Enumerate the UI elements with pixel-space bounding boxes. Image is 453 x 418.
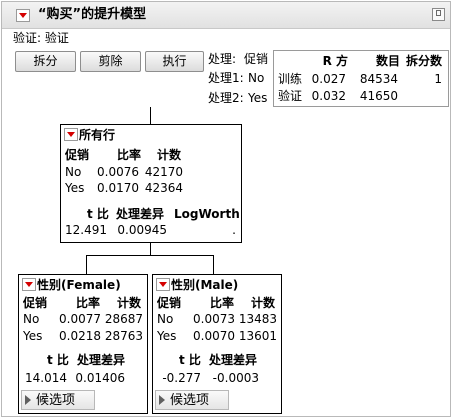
go-button[interactable]: 执行 bbox=[145, 51, 204, 72]
left-branch-line bbox=[86, 255, 87, 274]
right-branch-line bbox=[213, 255, 214, 274]
validation-row-label: 验证 bbox=[278, 89, 303, 103]
training-label: 训练 bbox=[278, 72, 303, 86]
training-count: 84534 bbox=[359, 72, 398, 86]
male-col-group: 促销 bbox=[157, 296, 182, 310]
root-node[interactable]: 所有行 促销 比率 计数 No 0.0076 42170 Yes 0.0170 … bbox=[60, 124, 242, 243]
male-row-count: 13483 bbox=[238, 312, 277, 326]
root-node-title: 所有行 bbox=[79, 128, 116, 142]
root-row-count: 42170 bbox=[144, 165, 183, 179]
male-tratio-value: -0.277 bbox=[162, 371, 201, 385]
root-node-menu-icon[interactable] bbox=[64, 128, 78, 141]
female-row-rate: 0.0218 bbox=[59, 329, 101, 343]
root-diff-value: 0.00945 bbox=[117, 223, 167, 237]
male-row-rate: 0.0070 bbox=[193, 329, 235, 343]
male-col-count: 计数 bbox=[251, 296, 276, 310]
treatment2-label: 处理2: bbox=[208, 91, 244, 105]
treatment-value: 促销 bbox=[244, 52, 269, 66]
female-row-count: 28687 bbox=[104, 312, 143, 326]
validation-label: 验证: 验证 bbox=[13, 31, 69, 45]
splits-header: 拆分数 bbox=[405, 54, 442, 68]
root-connector-line bbox=[150, 107, 151, 124]
male-row-label: No bbox=[157, 312, 174, 326]
root-tratio-label: t 比 bbox=[87, 207, 109, 221]
female-col-rate: 比率 bbox=[76, 296, 101, 310]
female-candidates-label: 候选项 bbox=[36, 393, 76, 408]
root-row-rate: 0.0170 bbox=[97, 181, 139, 195]
red-triangle-menu-icon[interactable] bbox=[16, 9, 30, 22]
female-col-count: 计数 bbox=[117, 296, 142, 310]
male-node-title: 性别(Male) bbox=[171, 278, 239, 292]
female-tratio-label: t 比 bbox=[47, 353, 69, 367]
prune-button[interactable]: 剪除 bbox=[80, 51, 141, 72]
disclosure-arrow-icon bbox=[25, 395, 31, 405]
female-col-group: 促销 bbox=[23, 296, 48, 310]
male-row-label: Yes bbox=[157, 329, 177, 343]
validation-count: 41650 bbox=[359, 89, 398, 103]
female-row-label: Yes bbox=[23, 329, 43, 343]
split-horizontal-line bbox=[86, 255, 214, 256]
fit-statistics-table: R 方 数目 拆分数 训练 0.027 84534 1 验证 0.032 416… bbox=[273, 50, 449, 107]
root-diff-label: 处理差异 bbox=[116, 207, 165, 221]
root-col-count: 计数 bbox=[157, 148, 182, 162]
pin-icon[interactable] bbox=[432, 8, 445, 21]
male-diff-value: -0.0003 bbox=[212, 371, 259, 385]
female-diff-label: 处理差异 bbox=[77, 353, 126, 367]
report-header: “购买”的提升模型 bbox=[2, 2, 450, 29]
root-row-label: No bbox=[65, 165, 82, 179]
male-diff-label: 处理差异 bbox=[209, 353, 258, 367]
training-splits: 1 bbox=[434, 72, 442, 86]
treatment1-label: 处理1: bbox=[208, 71, 244, 85]
treatment-label: 处理: bbox=[208, 52, 237, 66]
female-row-rate: 0.0077 bbox=[59, 312, 101, 326]
root-logworth-label: LogWorth bbox=[174, 207, 240, 221]
female-node-menu-icon[interactable] bbox=[22, 278, 36, 291]
rsq-header: R 方 bbox=[322, 54, 348, 68]
root-col-rate: 比率 bbox=[117, 148, 142, 162]
male-candidates-label: 候选项 bbox=[170, 393, 210, 408]
root-tratio-value: 12.491 bbox=[65, 223, 107, 237]
male-row-count: 13601 bbox=[238, 329, 277, 343]
root-row-rate: 0.0076 bbox=[97, 165, 139, 179]
root-row-label: Yes bbox=[65, 181, 85, 195]
male-candidates-toggle[interactable]: 候选项 bbox=[155, 390, 229, 410]
root-col-group: 促销 bbox=[65, 148, 90, 162]
report-title: “购买”的提升模型 bbox=[38, 7, 147, 22]
male-node-menu-icon[interactable] bbox=[156, 278, 170, 291]
male-node[interactable]: 性别(Male) 促销 比率 计数 No 0.0073 13483 Yes 0.… bbox=[152, 274, 282, 414]
male-row-rate: 0.0073 bbox=[193, 312, 235, 326]
validation-rsq: 0.032 bbox=[311, 89, 346, 103]
treatment1-value: No bbox=[248, 71, 265, 85]
treatment2-value: Yes bbox=[248, 91, 268, 105]
female-row-count: 28763 bbox=[104, 329, 143, 343]
male-tratio-label: t 比 bbox=[179, 353, 201, 367]
female-node[interactable]: 性别(Female) 促销 比率 计数 No 0.0077 28687 Yes … bbox=[18, 274, 148, 414]
male-col-rate: 比率 bbox=[210, 296, 235, 310]
root-row-count: 42364 bbox=[144, 181, 183, 195]
female-tratio-value: 14.014 bbox=[25, 371, 67, 385]
female-diff-value: 0.01406 bbox=[75, 371, 125, 385]
root-logworth-value: . bbox=[232, 223, 236, 237]
female-node-title: 性别(Female) bbox=[37, 278, 121, 292]
disclosure-arrow-icon bbox=[159, 395, 165, 405]
female-row-label: No bbox=[23, 312, 40, 326]
split-button[interactable]: 拆分 bbox=[15, 51, 76, 72]
training-rsq: 0.027 bbox=[311, 72, 346, 86]
count-header: 数目 bbox=[375, 54, 400, 68]
root-down-line bbox=[150, 243, 151, 255]
female-candidates-toggle[interactable]: 候选项 bbox=[21, 390, 95, 410]
